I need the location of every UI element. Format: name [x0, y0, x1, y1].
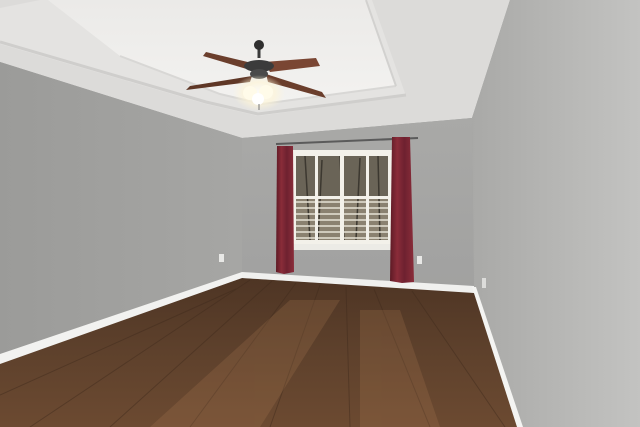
wall-outlet-back [417, 256, 422, 264]
room-illustration [0, 0, 640, 427]
curtain-left [276, 146, 294, 274]
window-sill [290, 244, 394, 250]
wall-outlet-left [219, 254, 224, 262]
wall-outlet-right [482, 278, 486, 288]
window [290, 150, 394, 250]
curtain-right [390, 137, 414, 283]
room-photo [0, 0, 640, 427]
